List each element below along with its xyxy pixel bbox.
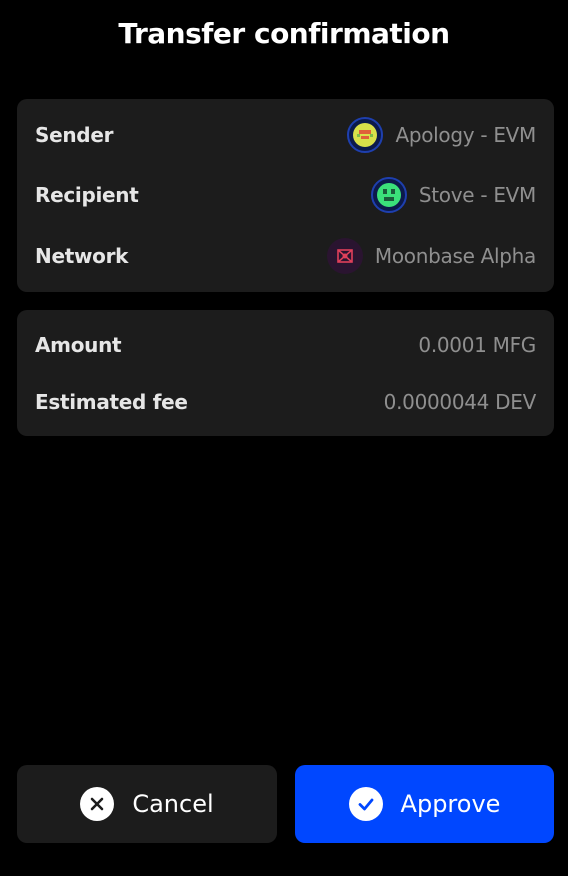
recipient-avatar-icon: [370, 177, 407, 213]
sender-label: Sender: [35, 123, 114, 147]
sender-row: Sender Apology - EVM: [17, 115, 554, 155]
recipient-value: Stove - EVM: [418, 183, 536, 207]
moonbase-alpha-icon: [326, 238, 363, 274]
fee-row: Estimated fee 0.0000044 DEV: [17, 382, 554, 422]
sender-value-group: Apology - EVM: [347, 115, 536, 155]
fee-label: Estimated fee: [35, 390, 188, 414]
fee-value: 0.0000044 DEV: [383, 390, 537, 414]
sender-value: Apology - EVM: [395, 123, 536, 147]
approve-button[interactable]: Approve: [295, 765, 554, 843]
transfer-details-card: Sender Apology - EVM Recipient Stove - E…: [17, 99, 554, 292]
cancel-button-label: Cancel: [132, 790, 214, 818]
recipient-label: Recipient: [35, 183, 139, 207]
sender-avatar-icon: [347, 117, 384, 153]
network-value-group: Moonbase Alpha: [326, 236, 536, 276]
amount-value: 0.0001 MFG: [418, 333, 536, 357]
cancel-button[interactable]: Cancel: [17, 765, 277, 843]
approve-button-label: Approve: [400, 790, 501, 818]
network-value: Moonbase Alpha: [374, 244, 536, 268]
amount-row: Amount 0.0001 MFG: [17, 325, 554, 365]
recipient-row: Recipient Stove - EVM: [17, 175, 554, 215]
amount-card: Amount 0.0001 MFG Estimated fee 0.000004…: [17, 310, 554, 436]
recipient-value-group: Stove - EVM: [370, 175, 536, 215]
network-row: Network Moonbase Alpha: [17, 236, 554, 276]
check-icon: [348, 787, 383, 821]
close-icon: [80, 787, 115, 821]
amount-label: Amount: [35, 333, 122, 357]
page-title: Transfer confirmation: [118, 17, 450, 50]
network-label: Network: [35, 244, 129, 268]
